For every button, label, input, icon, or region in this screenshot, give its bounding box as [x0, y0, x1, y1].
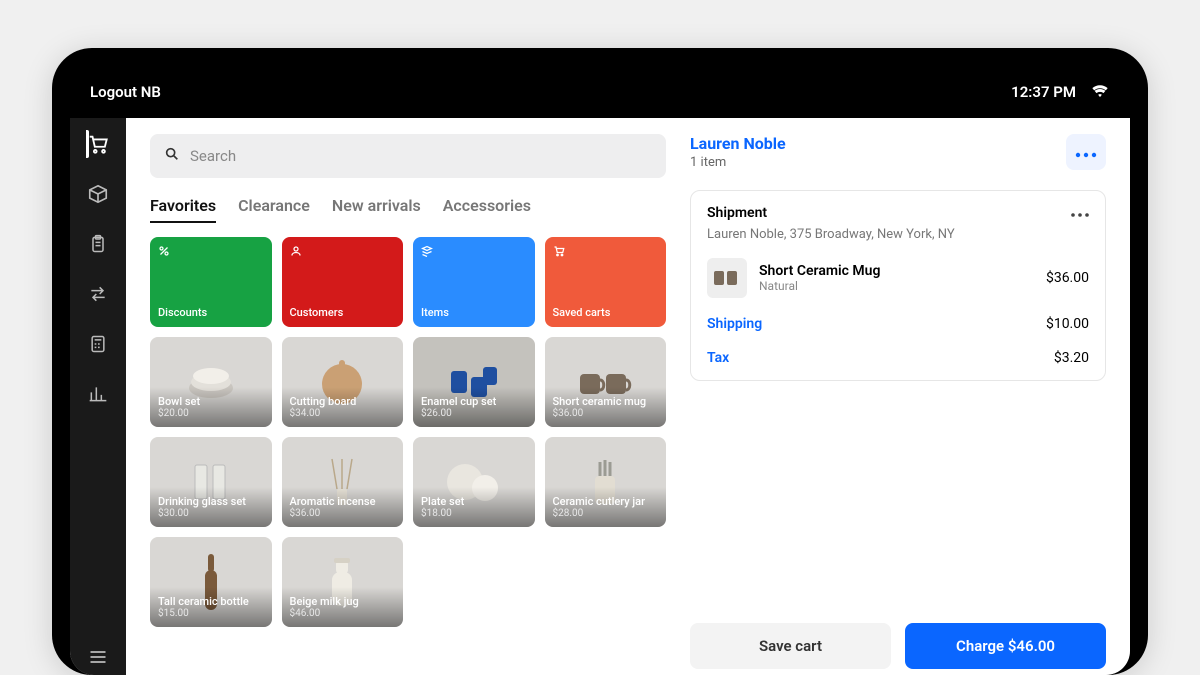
tile-label: Customers: [290, 306, 396, 319]
tile-label: Saved carts: [553, 306, 659, 319]
product-price: $18.00: [421, 508, 527, 519]
product-price: $46.00: [290, 608, 396, 619]
product-tall-ceramic-bottle[interactable]: Tall ceramic bottle $15.00: [150, 537, 272, 627]
line-item[interactable]: Short Ceramic Mug Natural $36.00: [707, 258, 1089, 298]
search-input[interactable]: [190, 147, 652, 165]
shipment-address: Lauren Noble, 375 Broadway, New York, NY: [707, 227, 1089, 242]
sidebar-item-transfer[interactable]: [86, 282, 110, 306]
quick-tile-items[interactable]: Items: [413, 237, 535, 327]
status-bar: Logout NB 12:37 PM: [70, 66, 1130, 118]
product-price: $36.00: [553, 408, 659, 419]
product-name: Tall ceramic bottle: [158, 595, 264, 608]
menu-icon[interactable]: [86, 645, 110, 669]
category-tabs: Favorites Clearance New arrivals Accesso…: [150, 196, 666, 223]
product-name: Beige milk jug: [290, 595, 396, 608]
product-name: Drinking glass set: [158, 495, 264, 508]
shipment-title: Shipment: [707, 205, 767, 221]
sidebar-item-analytics[interactable]: [86, 382, 110, 406]
tile-label: Items: [421, 306, 527, 319]
percent-icon: [158, 245, 172, 259]
shipment-more-button[interactable]: [1071, 205, 1089, 221]
product-price: $15.00: [158, 608, 264, 619]
cart-panel: Lauren Noble 1 item Shipment: [690, 118, 1130, 675]
cart-item-count: 1 item: [690, 155, 786, 170]
quick-tile-discounts[interactable]: Discounts: [150, 237, 272, 327]
tab-accessories[interactable]: Accessories: [443, 196, 531, 223]
cart-icon: [553, 245, 567, 259]
save-cart-button[interactable]: Save cart: [690, 623, 891, 669]
product-bowl-set[interactable]: Bowl set $20.00: [150, 337, 272, 427]
tax-value: $3.20: [1054, 350, 1089, 366]
tab-favorites[interactable]: Favorites: [150, 196, 216, 223]
sidebar-item-clipboard[interactable]: [86, 232, 110, 256]
product-plate-set[interactable]: Plate set $18.00: [413, 437, 535, 527]
product-name: Enamel cup set: [421, 395, 527, 408]
product-enamel-cup-set[interactable]: Enamel cup set $26.00: [413, 337, 535, 427]
product-name: Short ceramic mug: [553, 395, 659, 408]
clock: 12:37 PM: [1011, 83, 1076, 101]
sidebar-item-package[interactable]: [86, 182, 110, 206]
tab-new-arrivals[interactable]: New arrivals: [332, 196, 421, 223]
quick-tile-saved-carts[interactable]: Saved carts: [545, 237, 667, 327]
dots-icon: [1075, 143, 1097, 162]
product-name: Cutting board: [290, 395, 396, 408]
tab-clearance[interactable]: Clearance: [238, 196, 310, 223]
product-ceramic-cutlery-jar[interactable]: Ceramic cutlery jar $28.00: [545, 437, 667, 527]
product-name: Ceramic cutlery jar: [553, 495, 659, 508]
product-name: Aromatic incense: [290, 495, 396, 508]
product-grid: Discounts Customers Items: [150, 237, 666, 627]
product-price: $26.00: [421, 408, 527, 419]
person-icon: [290, 245, 304, 259]
customer-name-link[interactable]: Lauren Noble: [690, 134, 786, 153]
sidebar-item-cart[interactable]: [86, 132, 110, 156]
catalog-panel: Favorites Clearance New arrivals Accesso…: [126, 118, 690, 675]
charge-button[interactable]: Charge $46.00: [905, 623, 1106, 669]
cart-more-button[interactable]: [1066, 134, 1106, 170]
product-name: Bowl set: [158, 395, 264, 408]
product-price: $34.00: [290, 408, 396, 419]
line-item-thumb: [707, 258, 747, 298]
product-short-ceramic-mug[interactable]: Short ceramic mug $36.00: [545, 337, 667, 427]
logout-label[interactable]: Logout NB: [90, 83, 161, 101]
product-price: $20.00: [158, 408, 264, 419]
search-bar[interactable]: [150, 134, 666, 178]
line-item-variant: Natural: [759, 279, 1034, 293]
wifi-icon: [1090, 82, 1110, 102]
quick-tile-customers[interactable]: Customers: [282, 237, 404, 327]
shipment-card: Shipment Lauren Noble, 375 Broadway, New…: [690, 190, 1106, 381]
search-icon: [164, 146, 180, 166]
product-aromatic-incense[interactable]: Aromatic incense $36.00: [282, 437, 404, 527]
shipping-value: $10.00: [1046, 316, 1089, 332]
shipping-link[interactable]: Shipping: [707, 316, 762, 332]
product-price: $28.00: [553, 508, 659, 519]
product-beige-milk-jug[interactable]: Beige milk jug $46.00: [282, 537, 404, 627]
product-price: $30.00: [158, 508, 264, 519]
tile-label: Discounts: [158, 306, 264, 319]
product-cutting-board[interactable]: Cutting board $34.00: [282, 337, 404, 427]
product-drinking-glass-set[interactable]: Drinking glass set $30.00: [150, 437, 272, 527]
line-item-name: Short Ceramic Mug: [759, 263, 1034, 279]
stack-icon: [421, 245, 435, 259]
product-price: $36.00: [290, 508, 396, 519]
sidebar-item-calculator[interactable]: [86, 332, 110, 356]
sidebar: [70, 118, 126, 675]
line-item-price: $36.00: [1046, 270, 1089, 286]
tax-link[interactable]: Tax: [707, 350, 729, 366]
product-name: Plate set: [421, 495, 527, 508]
